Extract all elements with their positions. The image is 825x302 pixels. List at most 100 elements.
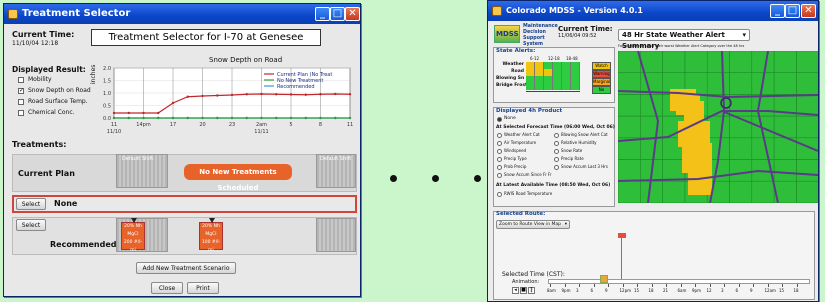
- product-radio[interactable]: [554, 165, 559, 170]
- select-recommended-button[interactable]: Select: [16, 219, 46, 231]
- x-date-label: 11/11: [254, 129, 268, 135]
- mdss-logo-text: MDSS: [496, 30, 519, 38]
- product-radio[interactable]: [497, 173, 502, 178]
- alert-cell: [562, 76, 571, 83]
- right-title-bar[interactable]: Colorado MDSS - Version 4.0.1 _ □ ✕: [488, 1, 818, 21]
- alert-axis: [526, 91, 580, 92]
- x-tick-label: 2am: [256, 122, 267, 128]
- legend-item: Watch: [592, 62, 611, 70]
- product-option-label: Weather Alert Cat: [504, 132, 540, 137]
- product-radio[interactable]: [554, 141, 559, 146]
- snow-depth-chart: 2.01.51.00.50.011 14pm 17 20 23 2am 5 8 1111/10 1…: [103, 66, 353, 135]
- timeline-thumb[interactable]: [600, 275, 608, 283]
- legend-item-label: Warning: [593, 71, 610, 76]
- result-checkbox[interactable]: [18, 99, 24, 105]
- alert-cell: [571, 69, 580, 76]
- watch-area: [688, 169, 712, 195]
- recommended-shift-block-2: [316, 218, 356, 252]
- series-point: [304, 116, 307, 120]
- product-radio[interactable]: [497, 149, 502, 154]
- close-icon[interactable]: ✕: [801, 4, 816, 18]
- legend-item: No: [592, 86, 611, 94]
- close-button[interactable]: Close: [151, 282, 183, 294]
- series-point: [260, 92, 263, 96]
- alert-row-label: Bridge Frost: [496, 83, 528, 88]
- product-radio[interactable]: [497, 141, 502, 146]
- result-checkbox[interactable]: ✓: [18, 88, 24, 94]
- x-tick-label: 5: [289, 122, 292, 128]
- treatment-block-line1: 20% Nh: [124, 224, 142, 229]
- alert-cell: [526, 83, 535, 90]
- select-none-button[interactable]: Select: [16, 198, 46, 210]
- pause-icon[interactable]: ‖: [528, 287, 535, 294]
- print-button[interactable]: Print: [187, 282, 219, 294]
- product-radio[interactable]: [497, 133, 502, 138]
- maximize-icon[interactable]: □: [785, 4, 800, 18]
- series-point: [245, 93, 248, 96]
- timeline-tick-label: 9: [605, 288, 608, 293]
- timeline-slider[interactable]: [548, 279, 810, 284]
- time-cursor-line: [621, 238, 622, 284]
- series-point: [201, 116, 204, 120]
- product-radio[interactable]: [497, 165, 502, 170]
- none-option-label: None: [504, 116, 516, 121]
- result-checkbox[interactable]: [18, 77, 24, 83]
- result-checkbox[interactable]: [18, 110, 24, 116]
- y-tick-label: 1.0: [103, 91, 111, 97]
- legend-item-label: No: [598, 87, 605, 92]
- series-point: [334, 92, 337, 96]
- timeline-tick-label: 8am: [547, 288, 556, 293]
- displayed-result-label: Displayed Result:: [12, 65, 86, 74]
- selector-heading: Treatment Selector for I-70 at Genesee: [91, 29, 321, 46]
- result-checkbox-label: Snow Depth on Road: [28, 87, 91, 94]
- alert-cell: [562, 69, 571, 76]
- selected-time-label: Selected Time (CST):: [502, 271, 565, 278]
- summary-dropdown[interactable]: 48 Hr State Weather Alert Summary ▾: [618, 29, 750, 50]
- current-time-label: Current Time:: [12, 30, 75, 39]
- chart-ylabel: inches: [90, 64, 97, 84]
- product-radio[interactable]: [554, 149, 559, 154]
- product-radio[interactable]: [554, 133, 559, 138]
- product-radio[interactable]: [554, 157, 559, 162]
- product-radio[interactable]: [497, 157, 502, 162]
- product-option-label: Windspeed: [504, 148, 527, 153]
- timeline-tick: [753, 284, 754, 287]
- timeline-tick-label: 12: [706, 288, 712, 293]
- treatment-block[interactable]: 20% Nh MgCl 100 #/l-mi: [199, 222, 223, 253]
- x-tick-label: 17: [170, 122, 176, 128]
- timeline-tick-label: 21: [663, 288, 669, 293]
- series-point: [157, 116, 160, 120]
- timeline-tick: [550, 284, 551, 287]
- series-point: [142, 116, 145, 120]
- timeline-tick: [637, 284, 638, 287]
- default-shift-label-2: Default Shift: [320, 156, 352, 162]
- chevron-down-icon: ▾: [564, 222, 567, 227]
- series-point: [171, 101, 175, 105]
- animation-controls: ◂ ■ ‖: [512, 287, 540, 294]
- treatment-marker-icon: [209, 218, 215, 223]
- product-radio-none[interactable]: [497, 117, 502, 122]
- minimize-icon[interactable]: _: [315, 7, 330, 21]
- timeline-tick-label: 9pm: [692, 288, 701, 293]
- play-icon[interactable]: ■: [520, 287, 527, 294]
- minimize-icon[interactable]: _: [770, 4, 785, 18]
- ellipsis-dot: [390, 175, 397, 182]
- add-scenario-button[interactable]: Add New Treatment Scenario: [136, 262, 236, 274]
- product-option-label: Snow Accum Last 3 Hrs: [561, 164, 608, 169]
- series-point: [171, 116, 175, 120]
- series-point: [289, 116, 293, 120]
- alert-time-label: 18-48: [566, 56, 578, 61]
- treatment-block[interactable]: 20% Nh MgCl 200 #/l-mi: [121, 222, 145, 253]
- alert-row-label: Weather: [502, 62, 524, 67]
- current-plan-label: Current Plan: [18, 169, 75, 178]
- maximize-icon[interactable]: □: [330, 7, 345, 21]
- product-radio[interactable]: [497, 192, 502, 197]
- series-point: [260, 116, 263, 120]
- close-icon[interactable]: ✕: [345, 7, 360, 21]
- treatment-block-line3: 100 #/l-mi: [201, 240, 221, 253]
- series-point: [216, 94, 219, 97]
- left-title-bar[interactable]: Treatment Selector _ □ ✕: [4, 4, 360, 24]
- logo-line: Decision: [523, 30, 546, 35]
- step-back-icon[interactable]: ◂: [512, 287, 519, 294]
- route-zoom-button[interactable]: Zoom to Route View in Map ▾: [496, 220, 570, 229]
